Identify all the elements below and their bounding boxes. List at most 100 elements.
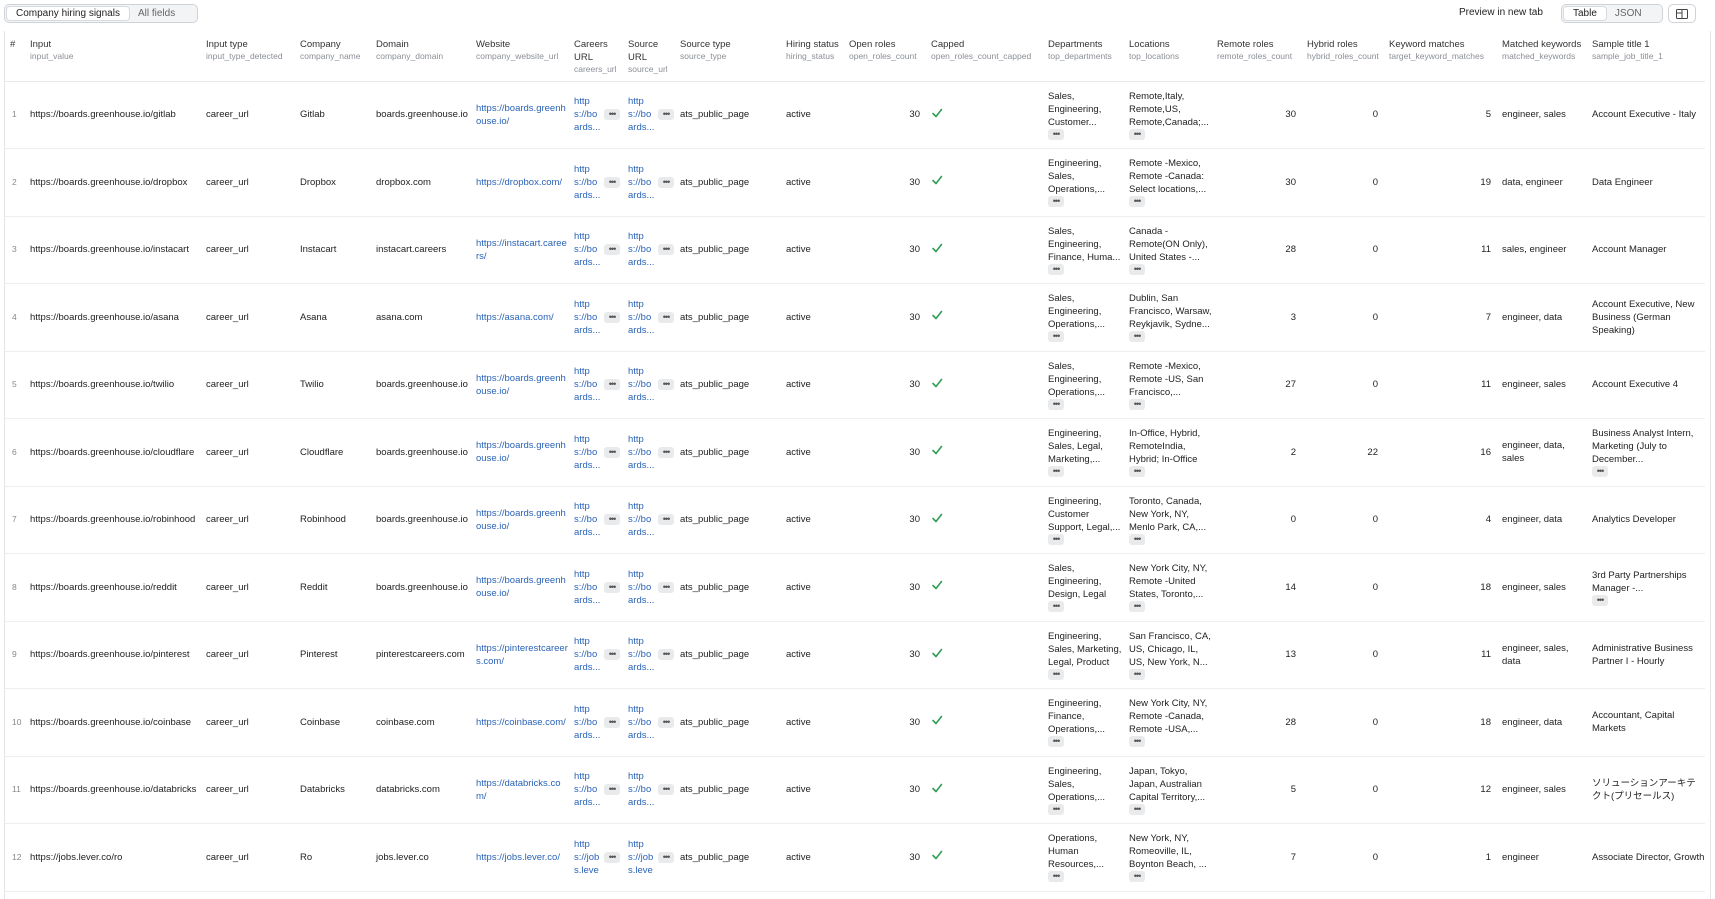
careers-url-link-expand-button[interactable]: ••• — [604, 649, 620, 661]
careers-url-link[interactable]: https://boards... — [574, 500, 602, 539]
column-header[interactable]: Hybrid roles hybrid_roles_count — [1302, 31, 1384, 82]
sample-job-title-expand-button[interactable]: ••• — [1592, 594, 1608, 606]
source-url-link-expand-button[interactable]: ••• — [658, 244, 674, 256]
careers-url-link[interactable]: https://boards... — [574, 770, 602, 809]
preview-in-new-tab-link[interactable]: Preview in new tab — [1459, 7, 1543, 18]
company-website-link-cell[interactable]: https://instacart.careers/ — [471, 216, 569, 284]
careers-url-link-expand-button[interactable]: ••• — [604, 514, 620, 526]
top-departments-expand-button[interactable]: ••• — [1048, 736, 1064, 748]
careers-url-link-cell[interactable]: https://boards... ••• — [569, 351, 623, 419]
tab-json[interactable]: JSON — [1606, 7, 1651, 20]
source-url-link-cell[interactable]: https://boards... ••• — [623, 81, 675, 149]
source-url-link-cell[interactable]: https://boards... ••• — [623, 418, 675, 487]
company-website-link-cell[interactable]: https://boards.greenhouse.io/ — [471, 553, 569, 622]
top-departments-expand-button[interactable]: ••• — [1048, 871, 1064, 883]
company-website-link[interactable]: https://databricks.com/ — [476, 777, 569, 803]
company-website-link[interactable]: https://boards.greenhouse.io/ — [476, 102, 569, 128]
company-website-link-cell[interactable]: https://pinterestcareers.com/ — [471, 621, 569, 689]
source-url-link-expand-button[interactable]: ••• — [658, 311, 674, 323]
careers-url-link-cell[interactable]: https://boards... ••• — [569, 216, 623, 284]
top-locations-expand-button[interactable]: ••• — [1129, 263, 1145, 275]
company-website-link[interactable]: https://instacart.careers/ — [476, 237, 569, 263]
careers-url-link-cell[interactable]: https://jobs.lever.co/ro••• — [569, 823, 623, 892]
top-departments-expand-button[interactable]: ••• — [1048, 803, 1064, 815]
top-departments-expand-button[interactable]: ••• — [1048, 466, 1064, 478]
careers-url-link[interactable]: https://boards... — [574, 230, 602, 269]
company-website-link[interactable]: https://boards.greenhouse.io/ — [476, 574, 569, 600]
source-url-link[interactable]: https://boards... — [628, 635, 656, 674]
top-locations-expand-button[interactable]: ••• — [1129, 128, 1145, 140]
table-row[interactable]: 7 https://boards.greenhouse.io/robinhood c… — [5, 486, 1705, 554]
top-locations-expand-button[interactable]: ••• — [1129, 668, 1145, 680]
company-website-link-cell[interactable]: https://boards.greenhouse.io/ — [471, 351, 569, 419]
careers-url-link-expand-button[interactable]: ••• — [604, 716, 620, 728]
source-url-link[interactable]: https://boards... — [628, 433, 656, 472]
careers-url-link-cell[interactable]: https://boards... ••• — [569, 688, 623, 757]
careers-url-link-expand-button[interactable]: ••• — [604, 379, 620, 391]
source-url-link[interactable]: https://boards... — [628, 500, 656, 539]
table-row[interactable]: 5 https://boards.greenhouse.io/twilio care… — [5, 351, 1705, 419]
table-row[interactable]: 11 https://boards.greenhouse.io/databrick… — [5, 756, 1705, 824]
top-locations-expand-button[interactable]: ••• — [1129, 871, 1145, 883]
careers-url-link-cell[interactable]: https://boards... ••• — [569, 756, 623, 824]
source-url-link-cell[interactable]: https://boards... ••• — [623, 148, 675, 217]
top-locations-expand-button[interactable]: ••• — [1129, 533, 1145, 545]
careers-url-link-expand-button[interactable]: ••• — [604, 581, 620, 593]
tab-company-hiring-signals[interactable]: Company hiring signals — [7, 7, 129, 20]
source-url-link-expand-button[interactable]: ••• — [658, 514, 674, 526]
company-website-link-cell[interactable]: https://jobs.lever.co/ — [471, 823, 569, 892]
table-row[interactable]: 10 https://boards.greenhouse.io/coinbase c… — [5, 688, 1705, 757]
careers-url-link[interactable]: https://boards... — [574, 433, 602, 472]
company-website-link-cell[interactable]: https://boards.greenhouse.io/ — [471, 486, 569, 554]
careers-url-link-expand-button[interactable]: ••• — [604, 176, 620, 188]
careers-url-link-cell[interactable]: https://boards... ••• — [569, 283, 623, 352]
column-header[interactable]: # — [5, 31, 25, 82]
source-url-link[interactable]: https://boards... — [628, 770, 656, 809]
careers-url-link[interactable]: https://boards... — [574, 568, 602, 607]
top-locations-expand-button[interactable]: ••• — [1129, 331, 1145, 343]
column-header[interactable]: Source type source_type — [675, 31, 781, 82]
company-website-link[interactable]: https://coinbase.com/ — [476, 716, 569, 729]
tab-table[interactable]: Table — [1564, 7, 1606, 20]
source-url-link-cell[interactable]: https://boards... ••• — [623, 216, 675, 284]
careers-url-link-expand-button[interactable]: ••• — [604, 311, 620, 323]
company-website-link-cell[interactable]: https://asana.com/ — [471, 283, 569, 352]
careers-url-link[interactable]: https://boards... — [574, 298, 602, 337]
company-website-link[interactable]: https://boards.greenhouse.io/ — [476, 507, 569, 533]
source-url-link-expand-button[interactable]: ••• — [658, 784, 674, 796]
column-header[interactable]: Input type input_type_detected — [201, 31, 295, 82]
column-header[interactable]: Matched keywords matched_keywords — [1497, 31, 1587, 82]
source-url-link[interactable]: https://boards... — [628, 568, 656, 607]
top-departments-expand-button[interactable]: ••• — [1048, 668, 1064, 680]
company-website-link[interactable]: https://asana.com/ — [476, 311, 569, 324]
careers-url-link-cell[interactable]: https://boards... ••• — [569, 553, 623, 622]
careers-url-link-cell[interactable]: https://boards... ••• — [569, 621, 623, 689]
columns-layout-button[interactable] — [1668, 4, 1696, 23]
source-url-link-cell[interactable]: https://boards... ••• — [623, 756, 675, 824]
top-departments-expand-button[interactable]: ••• — [1048, 398, 1064, 410]
source-url-link-expand-button[interactable]: ••• — [658, 649, 674, 661]
column-header[interactable]: Open roles open_roles_count — [844, 31, 926, 82]
top-departments-expand-button[interactable]: ••• — [1048, 128, 1064, 140]
column-header[interactable]: Input input_value — [25, 31, 201, 82]
careers-url-link[interactable]: https://boards... — [574, 635, 602, 674]
column-header[interactable]: Company company_name — [295, 31, 371, 82]
source-url-link[interactable]: https://jobs.lever.co/ro — [628, 838, 656, 877]
company-website-link[interactable]: https://pinterestcareers.com/ — [476, 642, 569, 668]
company-website-link[interactable]: https://boards.greenhouse.io/ — [476, 439, 569, 465]
table-row[interactable]: 4 https://boards.greenhouse.io/asana caree… — [5, 283, 1705, 352]
source-url-link[interactable]: https://boards... — [628, 298, 656, 337]
column-header[interactable]: Website company_website_url — [471, 31, 569, 82]
tab-all-fields[interactable]: All fields — [129, 7, 184, 20]
source-url-link[interactable]: https://boards... — [628, 163, 656, 202]
source-url-link-expand-button[interactable]: ••• — [658, 851, 674, 863]
source-url-link[interactable]: https://boards... — [628, 230, 656, 269]
careers-url-link-cell[interactable]: https://boards... ••• — [569, 486, 623, 554]
column-header[interactable]: Source URL source_url — [623, 31, 675, 82]
careers-url-link[interactable]: https://boards... — [574, 163, 602, 202]
vertical-scrollbar[interactable] — [1710, 31, 1711, 899]
careers-url-link-cell[interactable]: https://boards... ••• — [569, 148, 623, 217]
column-header[interactable]: Sample title 1 sample_job_title_1 — [1587, 31, 1705, 82]
careers-url-link[interactable]: https://boards... — [574, 365, 602, 404]
table-row[interactable]: 1 https://boards.greenhouse.io/gitlab care… — [5, 81, 1705, 149]
